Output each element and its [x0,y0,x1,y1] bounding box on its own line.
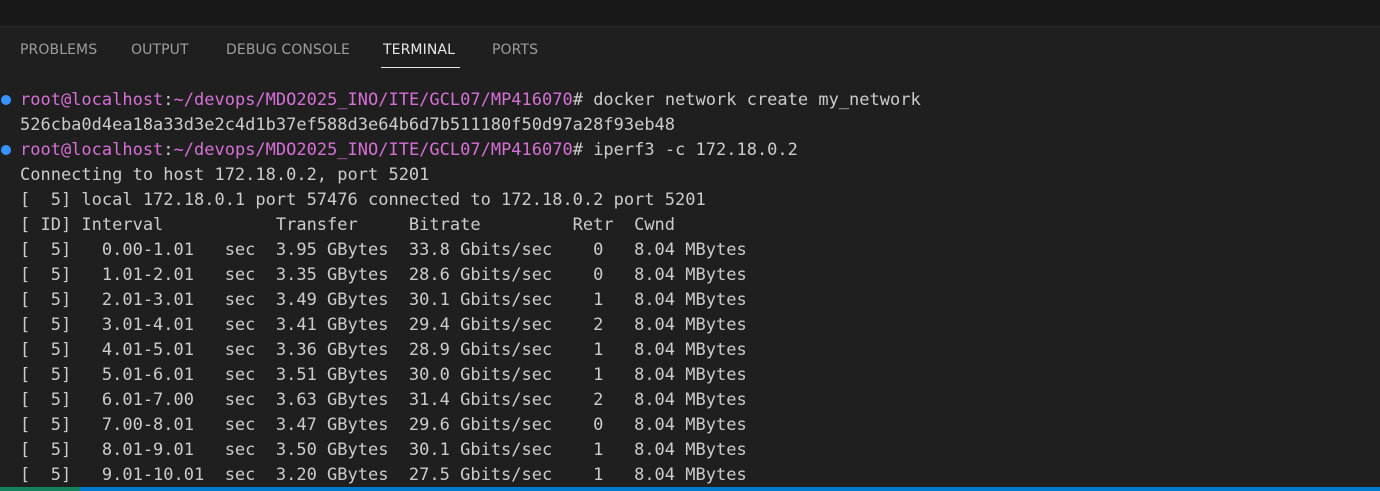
command-text: # docker network create my_network [572,90,921,110]
prompt-path: ~/devops/MDO2025_INO/ITE/GCL07/MP416070 [173,140,573,160]
output-line: [ 5] 0.00-1.01 sec 3.95 GBytes 33.8 Gbit… [20,240,747,260]
output-line: [ 5] 2.01-3.01 sec 3.49 GBytes 30.1 Gbit… [20,290,747,310]
output-line: [ 5] local 172.18.0.1 port 57476 connect… [20,190,706,210]
tab-debug-console[interactable]: DEBUG CONSOLE [226,42,350,58]
editor-area-edge [0,0,1380,27]
prompt-user: root@localhost [20,90,164,110]
prompt-path: ~/devops/MDO2025_INO/ITE/GCL07/MP416070 [173,90,573,110]
prompt-line: root@localhost:~/devops/MDO2025_INO/ITE/… [20,90,921,110]
status-bar [0,487,1380,491]
output-line: [ 5] 1.01-2.01 sec 3.35 GBytes 28.6 Gbit… [20,265,747,285]
tab-ports[interactable]: PORTS [492,42,538,58]
output-line: [ 5] 3.01-4.01 sec 3.41 GBytes 29.4 Gbit… [20,315,747,335]
output-line: [ 5] 6.01-7.00 sec 3.63 GBytes 31.4 Gbit… [20,390,747,410]
tab-terminal[interactable]: TERMINAL [383,42,455,58]
tab-output[interactable]: OUTPUT [131,42,189,58]
output-line: [ ID] Interval Transfer Bitrate Retr Cwn… [20,215,676,235]
command-text: # iperf3 -c 172.18.0.2 [572,140,798,160]
panel-tab-bar: PROBLEMS OUTPUT DEBUG CONSOLE TERMINAL P… [0,27,1380,73]
output-line: [ 5] 9.01-10.01 sec 3.20 GBytes 27.5 Gbi… [20,465,747,485]
prompt-user: root@localhost [20,140,164,160]
command-success-decoration-icon[interactable] [1,145,11,155]
command-success-decoration-icon[interactable] [1,95,11,105]
tab-problems[interactable]: PROBLEMS [20,42,97,58]
remote-indicator[interactable] [0,487,80,491]
output-line: 526cba0d4ea18a33d3e2c4d1b37ef588d3e64b6d… [20,115,676,135]
terminal-output[interactable]: root@localhost:~/devops/MDO2025_INO/ITE/… [0,88,1380,485]
output-line: Connecting to host 172.18.0.2, port 5201 [20,165,430,185]
output-line: [ 5] 7.00-8.01 sec 3.47 GBytes 29.6 Gbit… [20,415,747,435]
active-tab-indicator [381,67,460,68]
output-line: [ 5] 4.01-5.01 sec 3.36 GBytes 28.9 Gbit… [20,340,747,360]
output-line: [ 5] 8.01-9.01 sec 3.50 GBytes 30.1 Gbit… [20,440,747,460]
output-line: [ 5] 5.01-6.01 sec 3.51 GBytes 30.0 Gbit… [20,365,747,385]
prompt-line: root@localhost:~/devops/MDO2025_INO/ITE/… [20,140,798,160]
